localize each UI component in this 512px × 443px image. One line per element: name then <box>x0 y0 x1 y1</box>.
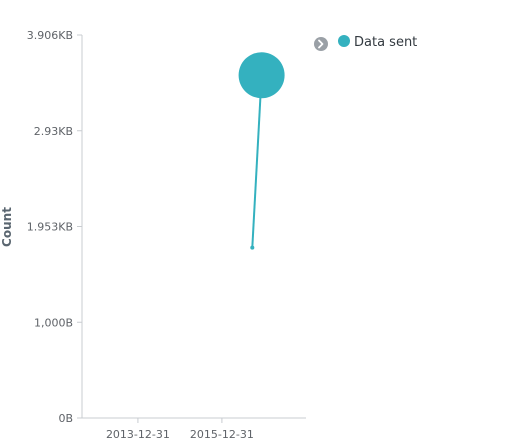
data-point[interactable] <box>238 52 285 99</box>
series-layer <box>238 52 285 250</box>
legend: Data sent <box>314 35 417 51</box>
y-tick-label: 2.93KB <box>34 125 73 138</box>
y-axis-title: Count <box>0 207 14 247</box>
series-line <box>251 75 263 248</box>
legend-swatch <box>338 35 350 47</box>
legend-item-data-sent[interactable]: Data sent <box>338 35 417 50</box>
chart: Count 0B 1,000B 1.953KB 2.93KB 3.906KB 2013-… <box>0 29 417 441</box>
chevron-right-icon <box>314 37 328 51</box>
y-tick-label: 3.906KB <box>27 29 73 42</box>
y-tick-label: 0B <box>58 412 73 425</box>
y-axis-ticks: 0B 1,000B 1.953KB 2.93KB 3.906KB <box>27 29 82 425</box>
y-tick-label: 1,000B <box>34 316 73 329</box>
x-axis-ticks: 2013-12-31 2015-12-31 <box>106 418 254 441</box>
legend-toggle-button[interactable] <box>314 37 328 51</box>
data-point[interactable] <box>250 245 255 250</box>
x-tick-label: 2013-12-31 <box>106 428 170 441</box>
legend-label: Data sent <box>354 35 417 50</box>
y-tick-label: 1.953KB <box>27 221 73 234</box>
x-tick-label: 2015-12-31 <box>190 428 254 441</box>
